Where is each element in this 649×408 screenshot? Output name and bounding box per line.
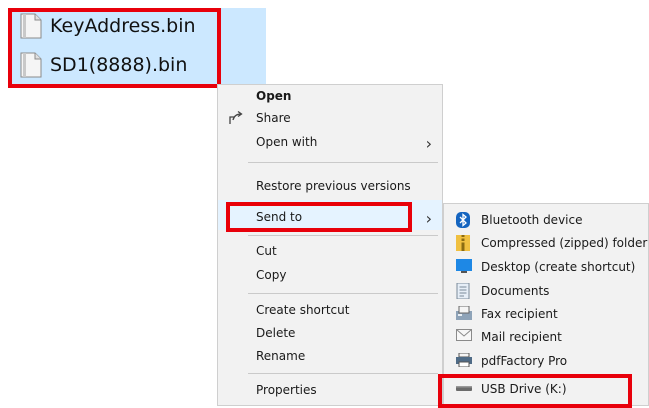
context-menu: Open Share Open with › Restore previous … <box>217 84 443 406</box>
menu-item-copy[interactable]: Copy <box>218 264 442 286</box>
menu-item-label: Restore previous versions <box>256 179 411 193</box>
submenu-item-label: Desktop (create shortcut) <box>481 260 636 274</box>
share-icon <box>228 110 244 129</box>
submenu-item-desktop[interactable]: Desktop (create shortcut) <box>444 256 648 278</box>
zip-folder-icon <box>456 235 470 254</box>
menu-item-cut[interactable]: Cut <box>218 240 442 262</box>
submenu-item-bluetooth[interactable]: Bluetooth device <box>444 209 648 231</box>
submenu-item-label: Fax recipient <box>481 307 558 321</box>
submenu-item-label: pdfFactory Pro <box>481 354 568 368</box>
submenu-item-pdffactory[interactable]: pdfFactory Pro <box>444 350 648 372</box>
submenu-item-label: Documents <box>481 284 550 298</box>
menu-item-properties[interactable]: Properties <box>218 379 442 401</box>
menu-divider <box>248 373 438 374</box>
menu-item-label: Open with <box>256 135 318 149</box>
send-to-highlight-box <box>226 202 412 232</box>
files-highlight-box <box>8 8 221 88</box>
menu-item-label: Cut <box>256 244 277 258</box>
desktop-icon <box>456 259 472 276</box>
usb-drive-highlight-box <box>438 374 632 408</box>
submenu-item-label: Compressed (zipped) folder <box>481 236 648 250</box>
menu-item-label: Open <box>256 89 292 103</box>
bluetooth-icon <box>456 212 470 231</box>
documents-icon <box>456 282 470 302</box>
menu-item-label: Delete <box>256 326 296 340</box>
menu-item-label: Copy <box>256 268 287 282</box>
menu-divider <box>248 293 438 294</box>
submenu-item-documents[interactable]: Documents <box>444 280 648 302</box>
menu-item-label: Create shortcut <box>256 303 350 317</box>
menu-item-delete[interactable]: Delete <box>218 322 442 344</box>
printer-icon <box>456 352 472 370</box>
menu-item-open-with[interactable]: Open with › <box>218 131 442 153</box>
fax-icon <box>456 305 472 323</box>
submenu-item-compressed-folder[interactable]: Compressed (zipped) folder <box>444 232 648 254</box>
submenu-item-label: Mail recipient <box>481 330 562 344</box>
selected-files: KeyAddress.bin SD1(8888).bin <box>8 8 266 88</box>
menu-item-rename[interactable]: Rename <box>218 345 442 367</box>
menu-divider <box>248 162 438 163</box>
menu-item-label: Properties <box>256 383 317 397</box>
menu-item-share[interactable]: Share <box>218 107 442 129</box>
menu-item-restore-previous-versions[interactable]: Restore previous versions <box>218 175 442 197</box>
menu-item-label: Rename <box>256 349 306 363</box>
submenu-item-fax-recipient[interactable]: Fax recipient <box>444 303 648 325</box>
menu-item-create-shortcut[interactable]: Create shortcut <box>218 299 442 321</box>
menu-item-open[interactable]: Open <box>218 85 442 107</box>
chevron-right-icon: › <box>425 134 432 153</box>
submenu-item-mail-recipient[interactable]: Mail recipient <box>444 326 648 348</box>
send-to-submenu: Bluetooth device Compressed (zipped) fol… <box>438 203 649 408</box>
menu-item-label: Share <box>256 111 291 125</box>
chevron-right-icon: › <box>425 209 432 228</box>
submenu-item-label: Bluetooth device <box>481 213 583 227</box>
menu-divider <box>248 235 438 236</box>
mail-icon <box>456 329 472 344</box>
